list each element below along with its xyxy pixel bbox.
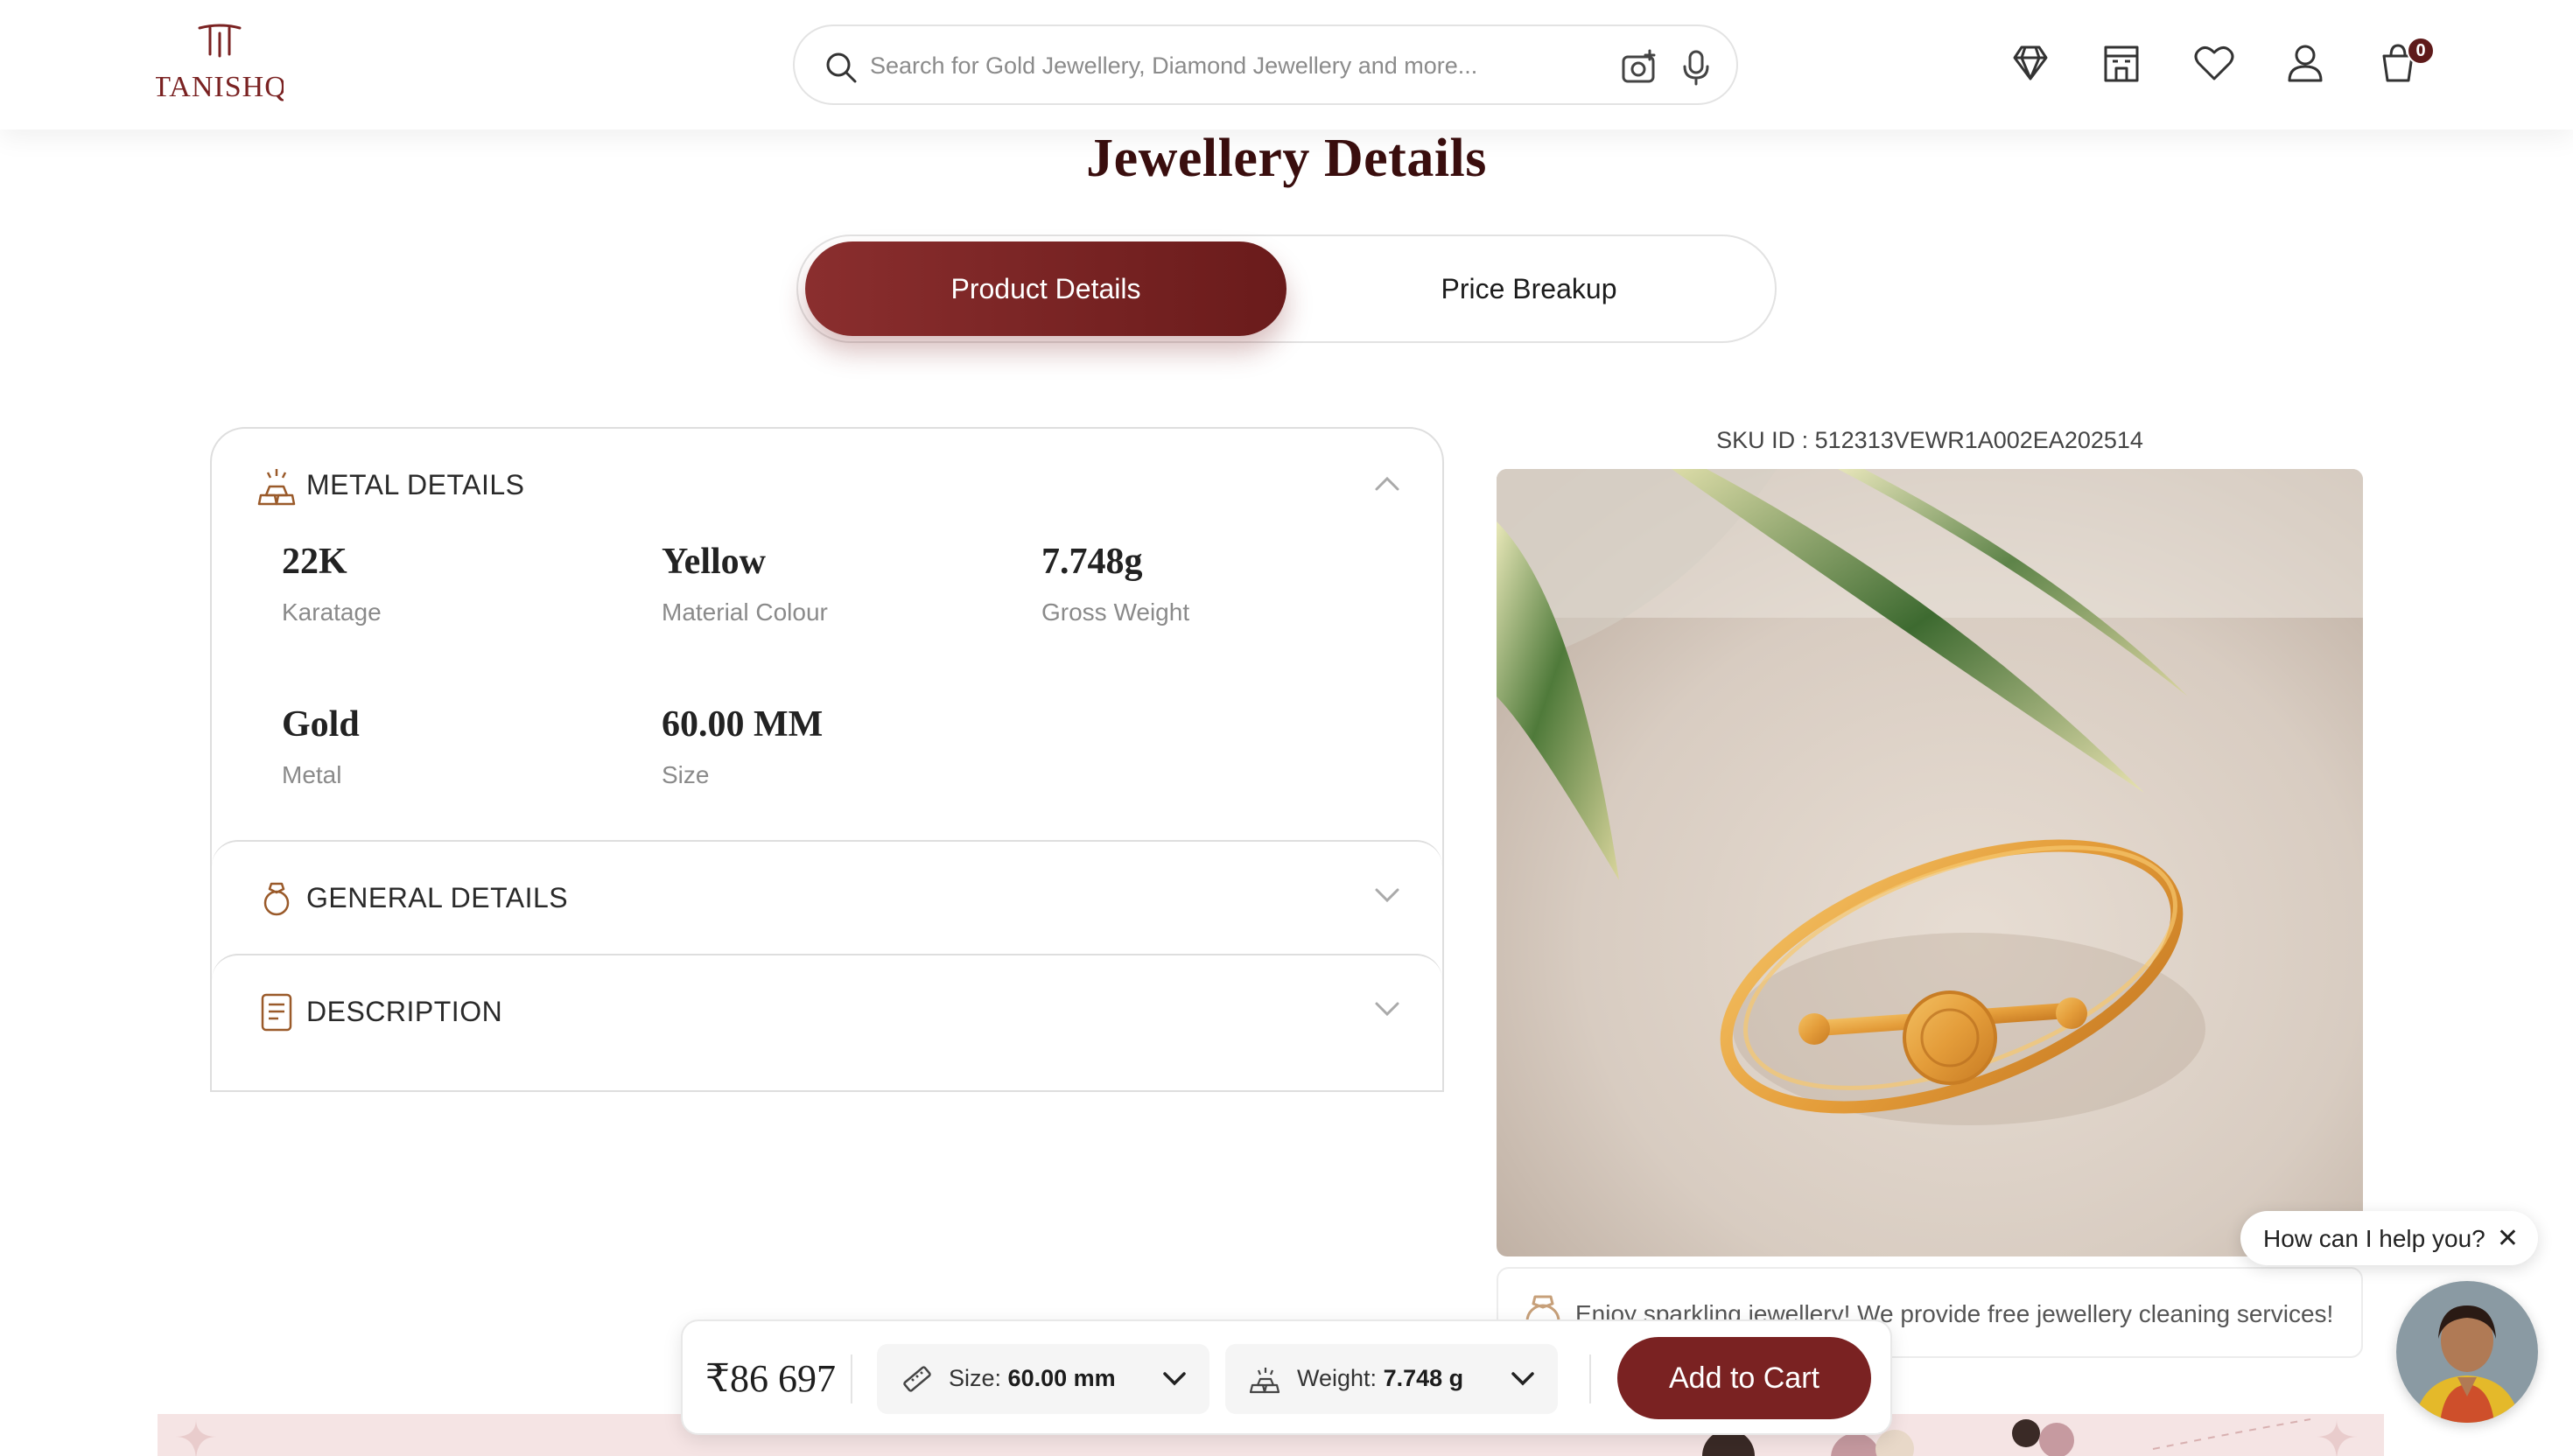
chevron-down-icon[interactable] [1374,1001,1400,1018]
tanishq-logo[interactable]: TANISHQ [156,21,284,107]
attribute-size: 60.00 MM Size [662,704,1012,789]
description-label: DESCRIPTION [306,996,503,1027]
ruler-icon [903,1366,931,1392]
search-icon[interactable] [824,51,858,84]
help-text: How can I help you? [2263,1225,2485,1252]
tab-product-details[interactable]: Product Details [805,242,1286,336]
attribute-label: Karatage [282,598,382,626]
attribute-gross-weight: 7.748g Gross Weight [1041,541,1392,626]
chevron-up-icon[interactable] [1374,474,1400,492]
attribute-label: Material Colour [662,598,828,626]
logo-text: TANISHQ [156,71,284,103]
general-details-label: GENERAL DETAILS [306,882,569,914]
bangle-photo [1497,469,2363,1256]
help-bubble[interactable]: How can I help you? ✕ [2240,1211,2538,1265]
add-to-cart-button[interactable]: Add to Cart [1617,1337,1871,1419]
attribute-label: Metal [282,761,342,788]
attribute-value: 7.748g [1041,542,1143,582]
attribute-value: Yellow [662,542,766,582]
size-label: Size: [949,1365,1002,1391]
description-header[interactable]: DESCRIPTION [212,956,1442,1069]
weight-selector[interactable]: Weight: 7.748 g [1225,1344,1558,1414]
user-icon[interactable] [2284,42,2326,84]
attribute-label: Size [662,761,710,788]
sticky-purchase-bar: ₹86 697 Size: 60.00 mm Weight: 7.748 g A… [681,1320,1892,1435]
size-selector-label: Size: 60.00 mm [949,1365,1116,1392]
attribute-metal: Gold Metal [282,704,632,789]
sku-label: SKU ID : [1716,427,1809,453]
heart-icon[interactable] [2193,42,2235,84]
image-search-icon[interactable] [1621,49,1658,86]
sku-value: 512313VEWR1A002EA202514 [1814,427,2143,453]
attribute-material-colour: Yellow Material Colour [662,541,1012,626]
store-icon[interactable] [2100,42,2142,84]
chevron-down-icon[interactable] [1511,1370,1535,1388]
product-image[interactable] [1497,469,2363,1256]
details-accordion: METAL DETAILS 22K Karatage Yellow Materi… [210,427,1444,1092]
search-input[interactable] [870,44,1518,88]
details-tabs: Product Details Price Breakup [796,234,1777,343]
weight-selector-label: Weight: 7.748 g [1297,1365,1463,1392]
weight-label: Weight: [1297,1365,1378,1391]
attribute-value: 60.00 MM [662,704,824,745]
size-selector[interactable]: Size: 60.00 mm [877,1344,1209,1414]
product-price: ₹86 697 [705,1357,836,1400]
document-icon [261,993,292,1032]
size-value: 60.00 mm [1007,1365,1116,1391]
sku-line: SKU ID : 512313VEWR1A002EA202514 [1497,427,2363,454]
assistant-portrait [2396,1281,2538,1423]
chat-assistant-avatar[interactable] [2396,1281,2538,1423]
metal-details-header[interactable]: METAL DETAILS [212,429,1442,542]
chevron-down-icon[interactable] [1374,887,1400,905]
site-header: TANISHQ 0 [0,0,2573,130]
divider [1589,1354,1591,1404]
attribute-value: 22K [282,542,347,582]
divider [851,1354,852,1404]
gold-bars-icon [1250,1368,1280,1394]
cart-count-badge: 0 [2407,37,2435,65]
general-details-header[interactable]: GENERAL DETAILS [212,842,1442,956]
chevron-down-icon[interactable] [1162,1370,1187,1388]
weight-value: 7.748 g [1383,1365,1464,1391]
close-icon[interactable]: ✕ [2497,1223,2519,1254]
search-bar [793,24,1738,105]
metal-details-label: METAL DETAILS [306,469,525,500]
attribute-karatage: 22K Karatage [282,541,632,626]
ring-icon [263,882,290,916]
tab-price-breakup[interactable]: Price Breakup [1288,242,1770,336]
gold-bars-icon [257,469,296,506]
page-title: Jewellery Details [1086,129,1487,188]
diamond-icon[interactable] [2009,42,2051,84]
microphone-icon[interactable] [1679,49,1714,86]
attribute-value: Gold [282,704,360,745]
attribute-label: Gross Weight [1041,598,1190,626]
